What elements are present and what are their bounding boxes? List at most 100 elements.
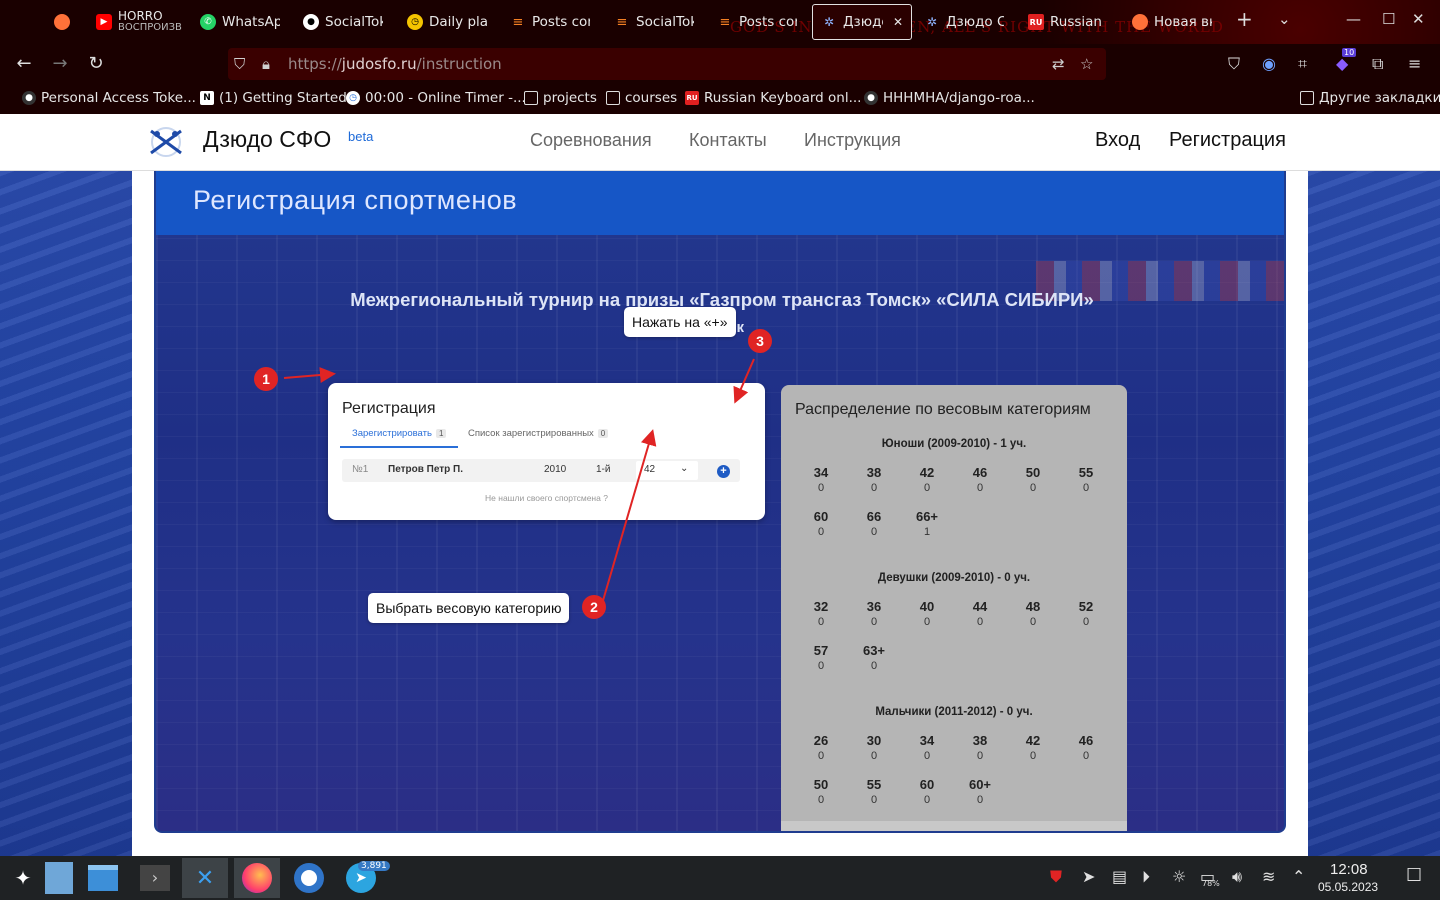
tab-judo-2[interactable]: ✲ Дзюдо С bbox=[916, 4, 1016, 40]
other-bookmarks[interactable]: Другие закладки bbox=[1300, 90, 1440, 106]
tab-list-chevron-icon[interactable]: ⌄ bbox=[1278, 10, 1291, 28]
new-tab-button[interactable]: + bbox=[1236, 7, 1253, 31]
back-button[interactable]: ← bbox=[12, 53, 36, 74]
background-photo-left bbox=[0, 170, 132, 856]
desktop-pager[interactable] bbox=[36, 858, 82, 898]
tab-daily-plan[interactable]: ◷ Daily pla bbox=[399, 4, 499, 40]
weight-value: 34 bbox=[919, 733, 935, 748]
weight-value: 42 bbox=[919, 465, 935, 480]
show-desktop-icon[interactable]: ☐ bbox=[1406, 865, 1422, 886]
weight-value: 60 bbox=[813, 509, 829, 524]
clock-time[interactable]: 12:08 bbox=[1330, 861, 1368, 878]
nav-instruction[interactable]: Инструкция bbox=[804, 130, 901, 151]
menu-hamburger-icon[interactable]: ≡ bbox=[1408, 54, 1421, 73]
clock-date[interactable]: 05.05.2023 bbox=[1318, 880, 1378, 894]
firefox-icon bbox=[54, 14, 70, 30]
site-header: Дзюдо СФО beta Соревнования Контакты Инс… bbox=[0, 114, 1440, 171]
url-bar[interactable]: ⛉ 🔒︎ https://judosfo.ru/instruction ⇄ ☆ bbox=[228, 48, 1106, 80]
folder-icon bbox=[88, 865, 118, 891]
instruction-panel: Регистрация спортменов Межрегиональный т… bbox=[154, 171, 1286, 833]
terminal-button[interactable]: › bbox=[132, 858, 178, 898]
volume-icon[interactable]: 🔊︎ bbox=[1232, 867, 1242, 887]
tab-youtube[interactable]: ▶ HORRO ВОСПРОИЗВ bbox=[88, 4, 188, 40]
weight-category-cell: 32 0 bbox=[801, 599, 841, 628]
telegram-tray-icon[interactable]: ➤ bbox=[1082, 867, 1095, 886]
tab-whatsapp[interactable]: ✆ WhatsApp bbox=[192, 4, 292, 40]
weight-count: 0 bbox=[976, 482, 984, 494]
group-title: Девушки (2009-2010) - 0 уч. bbox=[877, 572, 1031, 584]
battery-icon[interactable]: ▭ 78% bbox=[1200, 867, 1220, 888]
weight-category-cell: 26 0 bbox=[801, 733, 841, 762]
chromium-button[interactable] bbox=[286, 858, 332, 898]
media-play-icon[interactable]: ⏵ bbox=[1142, 867, 1150, 887]
minimize-button[interactable]: — bbox=[1346, 10, 1361, 28]
vscode-button[interactable]: ✕ bbox=[182, 858, 228, 898]
extensions-puzzle-icon[interactable]: ⧉ bbox=[1372, 54, 1383, 74]
desktop-icon bbox=[45, 862, 73, 894]
url-text[interactable]: https://judosfo.ru/instruction bbox=[288, 55, 502, 73]
shield-tray-icon[interactable]: ⛊ bbox=[1050, 867, 1062, 887]
content-area: Регистрация спортменов Межрегиональный т… bbox=[132, 171, 1308, 856]
tab-russian-keyboard[interactable]: RU Russian bbox=[1020, 4, 1120, 40]
forward-button[interactable]: → bbox=[48, 53, 72, 74]
tab-registered-list: Список зарегистрированных 0 bbox=[468, 428, 609, 439]
weight-category-cell: 57 0 bbox=[801, 643, 841, 672]
bookmark-item[interactable]: RU Russian Keyboard onl... bbox=[685, 90, 861, 106]
callout-choose-weight: Выбрать весовую категорию bbox=[368, 593, 570, 623]
extension-badge-icon[interactable]: ◆ 10 bbox=[1336, 48, 1357, 73]
bookmark-item[interactable]: N (1) Getting Started bbox=[200, 90, 347, 106]
weight-category-cell: 60 0 bbox=[907, 777, 947, 806]
pocket-icon[interactable]: ⛉ bbox=[1228, 54, 1240, 74]
file-manager-button[interactable] bbox=[80, 858, 126, 898]
youtube-icon: ▶ bbox=[96, 14, 112, 30]
close-icon[interactable]: ✕ bbox=[893, 15, 903, 29]
os-taskbar: ✦ › ✕ ➤ 3,891 ⛊ ➤ ▤ ⏵ ☼ ▭ 78% 🔊︎ ≋ ⌃ 12:0… bbox=[0, 856, 1440, 900]
stackoverflow-icon: ≡ bbox=[616, 14, 628, 30]
tab-posts-1[interactable]: ≡ Posts con bbox=[502, 4, 602, 40]
firefox-taskbar-button[interactable] bbox=[234, 858, 280, 898]
tab-socialtok-2[interactable]: ≡ SocialTok bbox=[606, 4, 706, 40]
bookmark-item[interactable]: projects bbox=[524, 90, 597, 106]
bookmark-item[interactable]: ◷ 00:00 - Online Timer -... bbox=[346, 90, 526, 106]
maximize-button[interactable]: ☐ bbox=[1382, 10, 1395, 28]
panel-title: Регистрация спортменов bbox=[193, 185, 518, 215]
weight-count: 0 bbox=[870, 794, 878, 806]
wifi-icon[interactable]: ≋ bbox=[1262, 867, 1275, 886]
telegram-button[interactable]: ➤ 3,891 bbox=[338, 858, 390, 898]
login-link[interactable]: Вход bbox=[1095, 129, 1140, 152]
lock-icon[interactable]: 🔒︎ bbox=[262, 55, 270, 73]
weight-count: 0 bbox=[817, 616, 825, 628]
athlete-number: №1 bbox=[352, 464, 369, 475]
bookmark-item[interactable]: ● HHHMHA/django-roa... bbox=[864, 90, 1035, 106]
tray-expand-chevron-icon[interactable]: ⌃ bbox=[1292, 867, 1305, 886]
reload-button[interactable]: ↻ bbox=[84, 53, 108, 74]
tab-register: Зарегистрировать 1 bbox=[352, 428, 447, 439]
weight-value: 40 bbox=[919, 599, 935, 614]
shield-icon[interactable]: ⛉ bbox=[234, 55, 245, 73]
close-window-button[interactable]: ✕ bbox=[1412, 10, 1425, 28]
firefox-icon bbox=[1132, 14, 1148, 30]
tab-judo-active[interactable]: ✲ Дзюдо ✕ bbox=[812, 4, 912, 40]
weight-count: 0 bbox=[870, 482, 878, 494]
bookmark-star-icon[interactable]: ☆ bbox=[1080, 55, 1093, 73]
tab-firefox-view[interactable] bbox=[46, 4, 78, 40]
crop-icon[interactable]: ⌗ bbox=[1298, 54, 1307, 74]
tab-github-socialtok[interactable]: ● SocialTok bbox=[295, 4, 395, 40]
bookmark-item[interactable]: courses bbox=[606, 90, 677, 106]
judo-icon: ✲ bbox=[926, 15, 938, 29]
nav-competitions[interactable]: Соревнования bbox=[530, 130, 652, 151]
tab-new-tab[interactable]: Новая вк bbox=[1124, 4, 1224, 40]
bookmark-item[interactable]: ● Personal Access Toke... bbox=[22, 90, 196, 106]
night-light-icon[interactable]: ☼ bbox=[1172, 867, 1186, 886]
tab-posts-2[interactable]: ≡ Posts con bbox=[709, 4, 809, 40]
nav-contacts[interactable]: Контакты bbox=[689, 130, 767, 151]
judo-logo-icon[interactable] bbox=[147, 125, 185, 159]
tab-label: Russian bbox=[1050, 14, 1102, 30]
vpn-icon[interactable]: ◉ bbox=[1262, 54, 1276, 73]
translate-icon[interactable]: ⇄ bbox=[1052, 55, 1065, 73]
weight-count: 0 bbox=[1082, 616, 1090, 628]
register-link[interactable]: Регистрация bbox=[1169, 129, 1286, 152]
clipboard-icon[interactable]: ▤ bbox=[1112, 867, 1127, 886]
site-brand[interactable]: Дзюдо СФО bbox=[203, 126, 331, 153]
tab-label: Новая вк bbox=[1154, 14, 1212, 30]
